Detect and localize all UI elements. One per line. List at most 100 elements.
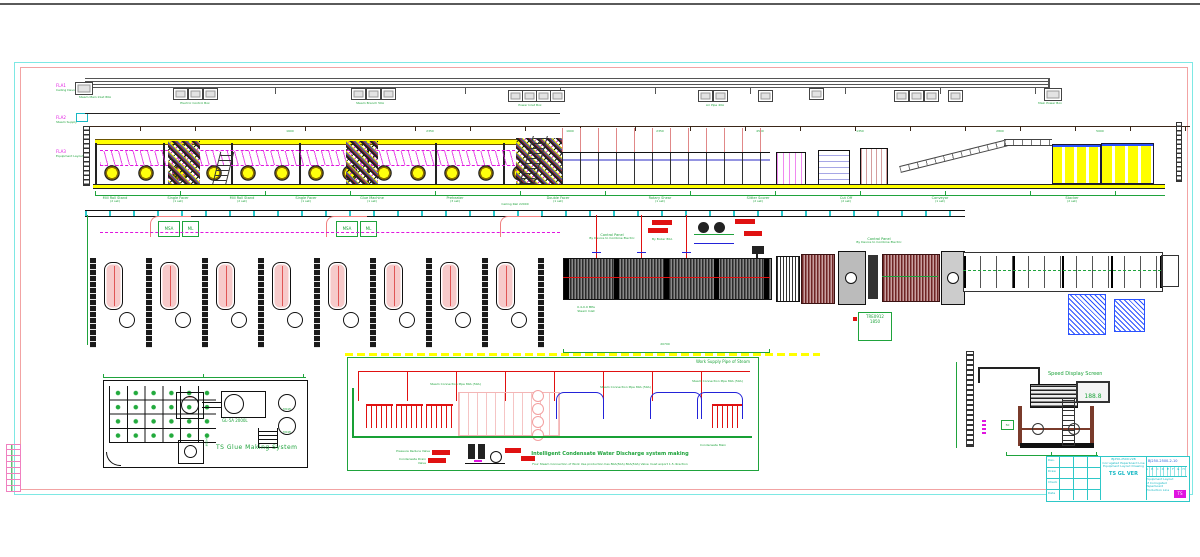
steam-trap-tank <box>468 444 475 459</box>
panel-label: Main Power Box <box>1020 102 1080 106</box>
pump-label: W400F <box>204 436 208 446</box>
control-box <box>698 90 713 102</box>
red-callout-tag <box>428 458 446 463</box>
wall-column-left <box>83 126 90 186</box>
titleblock-row-label: Draw <box>1048 470 1062 474</box>
access-ladder <box>1062 398 1075 446</box>
valve-tag-label: Condensate Drain Valve <box>390 458 426 465</box>
control-panel-line2: By Device to Combine Electric <box>846 241 912 245</box>
upper-line <box>85 113 560 114</box>
titleblock-drawing-code: TS GL VER <box>1101 472 1146 478</box>
monitor-box <box>752 246 764 254</box>
condensate-main-label: Condensate Main <box>700 444 754 448</box>
machine-qty: (2 set) <box>726 200 790 204</box>
control-box <box>508 90 523 102</box>
control-box <box>924 90 939 102</box>
conveyor-centerline <box>963 270 1161 271</box>
panel-label: Air Pipe 40A <box>685 104 745 108</box>
boiler-tank <box>714 222 725 233</box>
panel-label: Power Inlet Box <box>500 104 560 108</box>
titleblock-drawing-number: BJ250-2500-2-10 <box>1148 459 1188 463</box>
machine-wheel <box>1032 423 1044 435</box>
machine-label: Mill Roll Stand(2 set) <box>210 196 274 204</box>
magenta-connector <box>100 232 560 233</box>
transfer-circle <box>845 272 857 284</box>
company-logo: TS <box>1174 490 1186 498</box>
boiler-tank <box>698 222 709 233</box>
control-box <box>522 90 537 102</box>
machine-qty: (2 set) <box>210 200 274 204</box>
pipe-size-label: Steam Connection Pipe 80A (50A) <box>600 386 662 390</box>
paper-roll-plan <box>440 262 459 310</box>
red-callout-tag <box>744 231 762 236</box>
transfer-circle <box>947 272 959 284</box>
storage-circle: MCW <box>278 394 296 412</box>
machine-ghost-outline <box>458 392 560 436</box>
ghost-roll <box>532 403 544 415</box>
steam-note-sub: Four Steam Connection of Work Use produc… <box>505 463 715 467</box>
control-box <box>381 88 396 100</box>
control-box <box>188 88 203 100</box>
top-conveyor <box>1004 139 1052 146</box>
radiator-group <box>366 404 393 428</box>
titleblock-mid-row: Equipment Layout Drawing <box>1101 465 1146 469</box>
titleblock-description: Equipment Layout of Corrugated Paperboar… <box>1146 478 1174 492</box>
paper-roll-plan <box>496 262 515 310</box>
df-dim-value: 20700 <box>645 343 685 347</box>
pump-circle <box>184 445 197 458</box>
frame-post <box>1018 406 1022 446</box>
red-callout-tag <box>505 448 521 453</box>
roll-core-circle <box>343 312 359 328</box>
down-stacker-2 <box>1101 143 1154 184</box>
unit-label-box: MSA <box>336 221 358 237</box>
ghost-roll <box>532 429 544 441</box>
roll-core-circle <box>231 312 247 328</box>
vertical-dim-line <box>87 215 88 345</box>
preheater-row <box>562 152 770 187</box>
shear-machine <box>818 150 850 187</box>
control-panel-label: Control Panel By Device to Combine Elect… <box>846 237 912 245</box>
condensate-loop <box>697 392 743 419</box>
overhead-pipe-drop <box>1038 367 1040 385</box>
conveyor-end-unit <box>1161 255 1179 287</box>
tre-info-box: TRE0912 1850 <box>858 312 892 341</box>
condensate-loop <box>650 392 702 419</box>
cutoff-centerline <box>882 276 938 277</box>
red-callout-tag <box>735 219 755 224</box>
trap-magenta-mark <box>474 460 482 462</box>
condensate-riser <box>352 388 354 436</box>
revision-table <box>6 444 21 492</box>
control-panel-label: Control Panel By Device to Combine Elect… <box>574 233 650 241</box>
small-green-box: 50 <box>1001 420 1014 430</box>
divider-unit <box>868 255 878 299</box>
double-facer-plan <box>563 258 772 300</box>
machine-label: Single Facer(1 set) <box>146 196 210 204</box>
control-box <box>948 90 963 102</box>
steam-drop-pipes <box>562 128 770 154</box>
down-stacker-1 <box>1052 144 1101 184</box>
pipe-dim: 1600 <box>275 130 305 134</box>
speed-display-panel: 188.8 <box>1076 381 1110 403</box>
panel-label: Steam Branch 50A <box>340 102 400 106</box>
machine-label: Cut Off(2 set) <box>814 196 878 204</box>
frame-beam <box>1018 428 1094 430</box>
steam-source-box <box>76 113 88 122</box>
cutoff-plan <box>882 254 940 302</box>
company-logo-text: TS <box>1178 491 1183 496</box>
roll-core-circle <box>119 312 135 328</box>
glue-tank-circle <box>224 394 244 414</box>
top-divider-line <box>0 3 1200 5</box>
control-box <box>758 90 773 102</box>
paper-roll-plan <box>104 262 123 310</box>
double-facer-centerline <box>563 277 770 278</box>
paper-roll-plan <box>384 262 403 310</box>
control-box <box>713 90 728 102</box>
control-box <box>366 88 381 100</box>
machine-label: Single Facer(1 set) <box>274 196 338 204</box>
unit-label-box: ML <box>360 221 377 237</box>
splicer-machine <box>168 141 200 187</box>
control-panel-line2: By Device to Combine Electric <box>574 237 650 241</box>
ghost-roll <box>532 390 544 402</box>
overhead-pipe-drop <box>978 367 980 383</box>
machine-qty: (1 set) <box>274 200 338 204</box>
